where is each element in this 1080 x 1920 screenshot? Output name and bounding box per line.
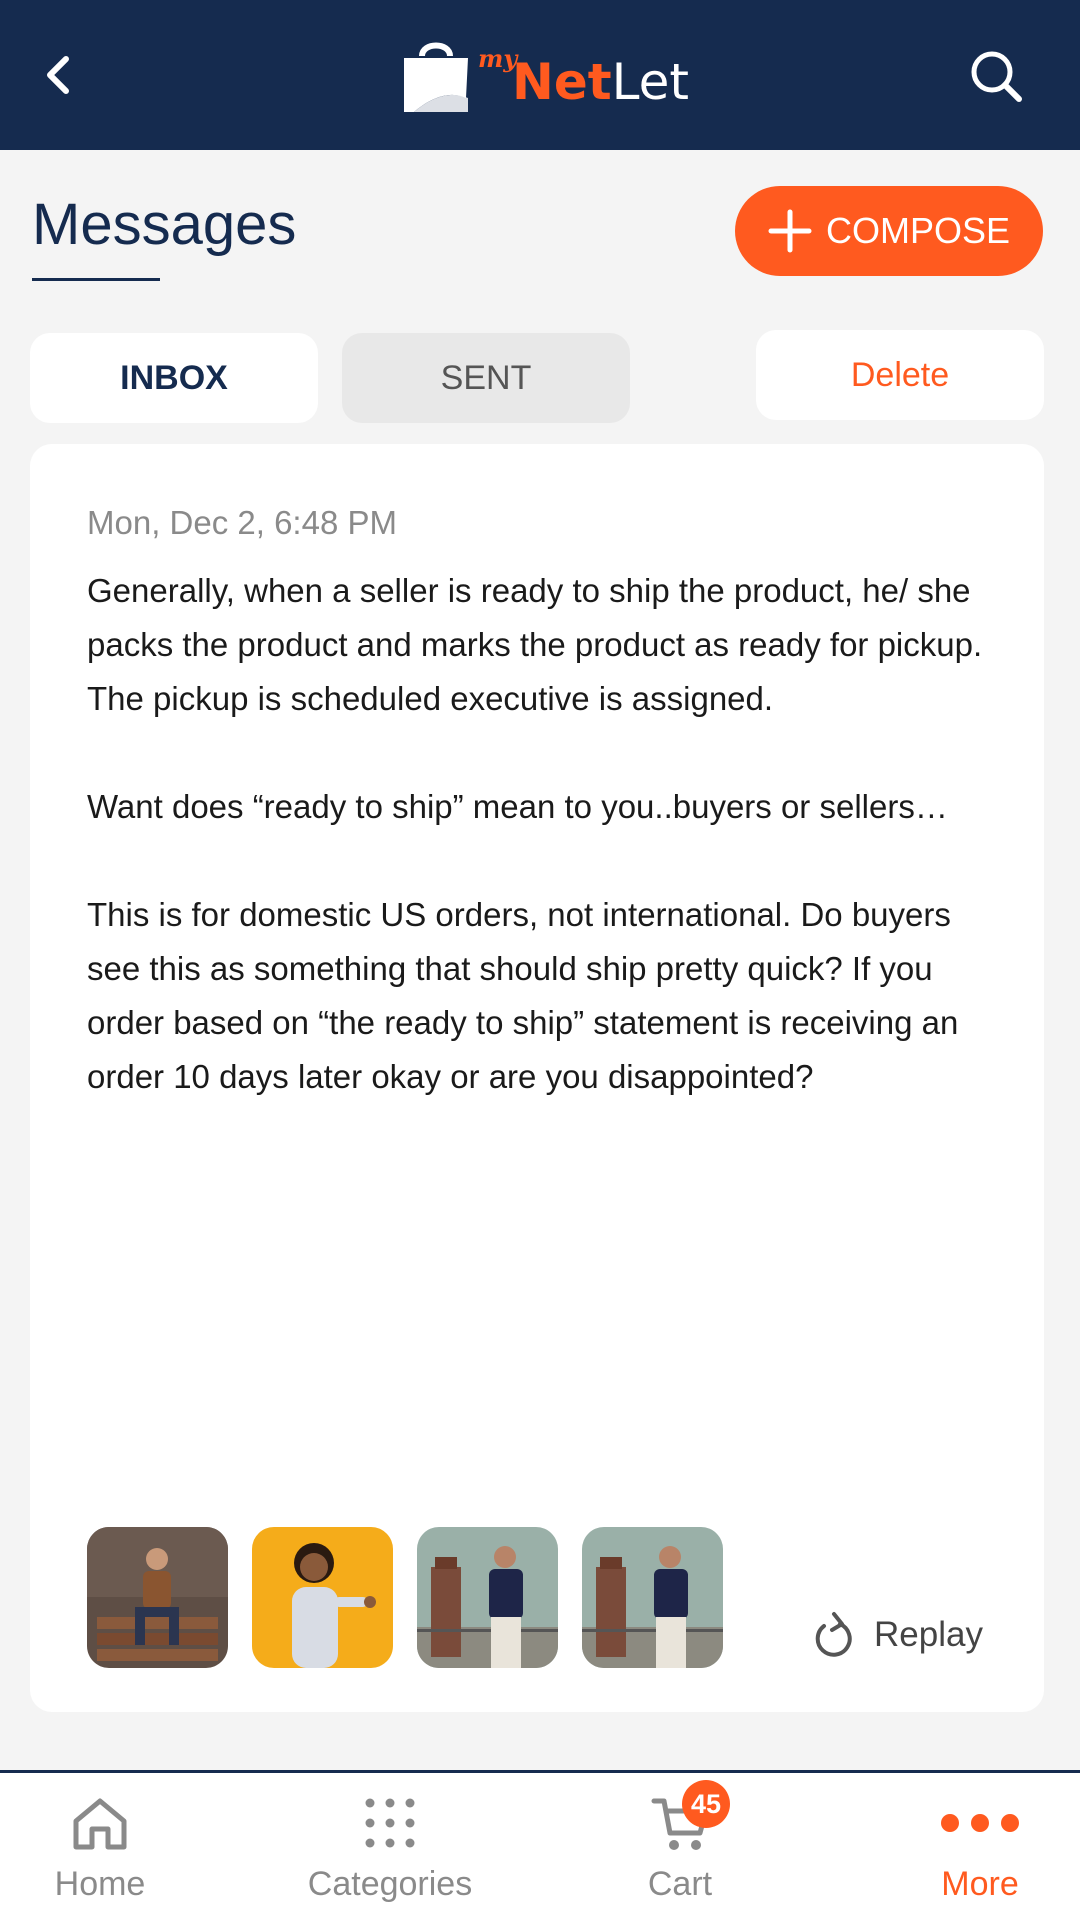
- message-body: Generally, when a seller is ready to shi…: [87, 564, 997, 1158]
- message-card: Mon, Dec 2, 6:48 PM Generally, when a se…: [30, 444, 1044, 1712]
- title-underline: [32, 278, 160, 281]
- compose-label: COMPOSE: [825, 210, 1011, 251]
- reply-label: Replay: [874, 1615, 983, 1654]
- nav-cart-label: Cart: [647, 1865, 713, 1903]
- app-logo: my NetLet: [400, 34, 700, 118]
- cart-count-badge: 45: [682, 1780, 730, 1828]
- logo-wordmark: NetLet: [512, 53, 690, 111]
- nav-home-label: Home: [54, 1865, 146, 1903]
- nav-home[interactable]: Home: [40, 1773, 160, 1920]
- search-button[interactable]: [965, 45, 1027, 107]
- tab-sent[interactable]: SENT: [342, 333, 630, 423]
- message-date: Mon, Dec 2, 6:48 PM: [87, 504, 397, 541]
- nav-more-label: More: [941, 1865, 1019, 1903]
- nav-more[interactable]: More: [920, 1773, 1040, 1920]
- message-paragraph: Want does “ready to ship” mean to you..b…: [87, 788, 948, 825]
- app-header: my NetLet: [0, 0, 1080, 150]
- attachment-thumbnail[interactable]: [417, 1527, 558, 1668]
- tab-inbox[interactable]: INBOX: [30, 333, 318, 423]
- attachment-list: [87, 1527, 723, 1668]
- message-paragraph: This is for domestic US orders, not inte…: [87, 896, 959, 1095]
- back-button[interactable]: [30, 45, 90, 105]
- message-paragraph: Generally, when a seller is ready to shi…: [87, 572, 983, 717]
- man-sitting-photo: [87, 1527, 228, 1668]
- delete-button[interactable]: Delete: [756, 330, 1044, 420]
- reply-button[interactable]: Replay: [810, 1607, 983, 1663]
- grid-dots-icon: [365, 1798, 415, 1848]
- nav-categories-label: Categories: [307, 1865, 473, 1903]
- chevron-left-icon: [47, 56, 69, 94]
- man-pointing-yellow-photo: [252, 1527, 393, 1668]
- attachment-thumbnail[interactable]: [87, 1527, 228, 1668]
- reply-icon: [815, 1612, 852, 1657]
- attachment-thumbnail[interactable]: [252, 1527, 393, 1668]
- shopping-bag-icon: [404, 42, 468, 112]
- plus-icon: [768, 209, 812, 253]
- attachment-thumbnail[interactable]: [582, 1527, 723, 1668]
- page-title: Messages: [32, 192, 297, 257]
- man-tower-photo: [582, 1527, 723, 1668]
- home-icon: [73, 1798, 127, 1850]
- more-dots-icon: [941, 1814, 1019, 1832]
- man-tower-photo: [417, 1527, 558, 1668]
- nav-categories[interactable]: Categories: [300, 1773, 480, 1920]
- search-icon: [971, 51, 1022, 102]
- compose-button[interactable]: COMPOSE: [735, 186, 1043, 276]
- bottom-nav: Home Categories Cart More: [0, 1770, 1080, 1920]
